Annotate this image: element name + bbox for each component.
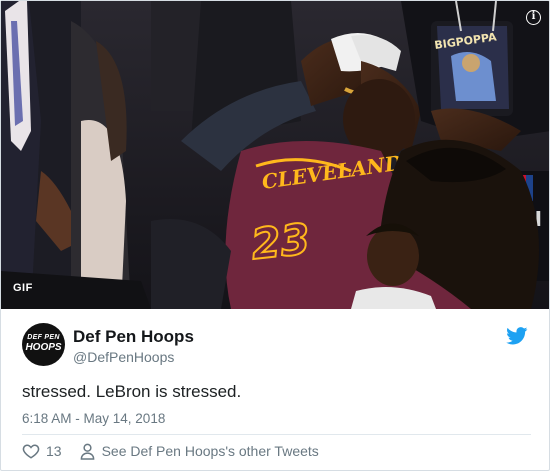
embedded-tweet-card: CLEVELAND 23 BIGPOPPA FI [0, 0, 550, 471]
tweet-media-gif[interactable]: CLEVELAND 23 BIGPOPPA FI [1, 1, 549, 309]
heart-icon[interactable] [22, 442, 40, 460]
info-icon[interactable]: i [526, 10, 541, 25]
tweet-actions: 13 See Def Pen Hoops's other Tweets [22, 441, 319, 461]
avatar[interactable]: DEF PEN HOOPS [22, 323, 65, 366]
author-handle[interactable]: @DefPenHoops [73, 349, 174, 365]
author-display-name[interactable]: Def Pen Hoops [73, 327, 194, 347]
gif-frame-illustration: CLEVELAND 23 BIGPOPPA FI [1, 1, 549, 309]
gif-badge: GIF [13, 282, 33, 294]
tweet-author: DEF PEN HOOPS Def Pen Hoops @DefPenHoops [22, 323, 532, 371]
tweet-timestamp[interactable]: 6:18 AM - May 14, 2018 [22, 411, 165, 426]
other-tweets-link[interactable]: See Def Pen Hoops's other Tweets [102, 443, 319, 459]
twitter-bird-icon[interactable] [506, 327, 528, 345]
divider [22, 434, 531, 435]
avatar-text-top: DEF PEN [27, 334, 60, 341]
jersey-number-text: 23 [249, 214, 312, 269]
avatar-text-bottom: HOOPS [25, 342, 62, 353]
like-count[interactable]: 13 [46, 443, 62, 459]
person-icon [80, 443, 94, 460]
tweet-text: stressed. LeBron is stressed. [22, 382, 242, 401]
